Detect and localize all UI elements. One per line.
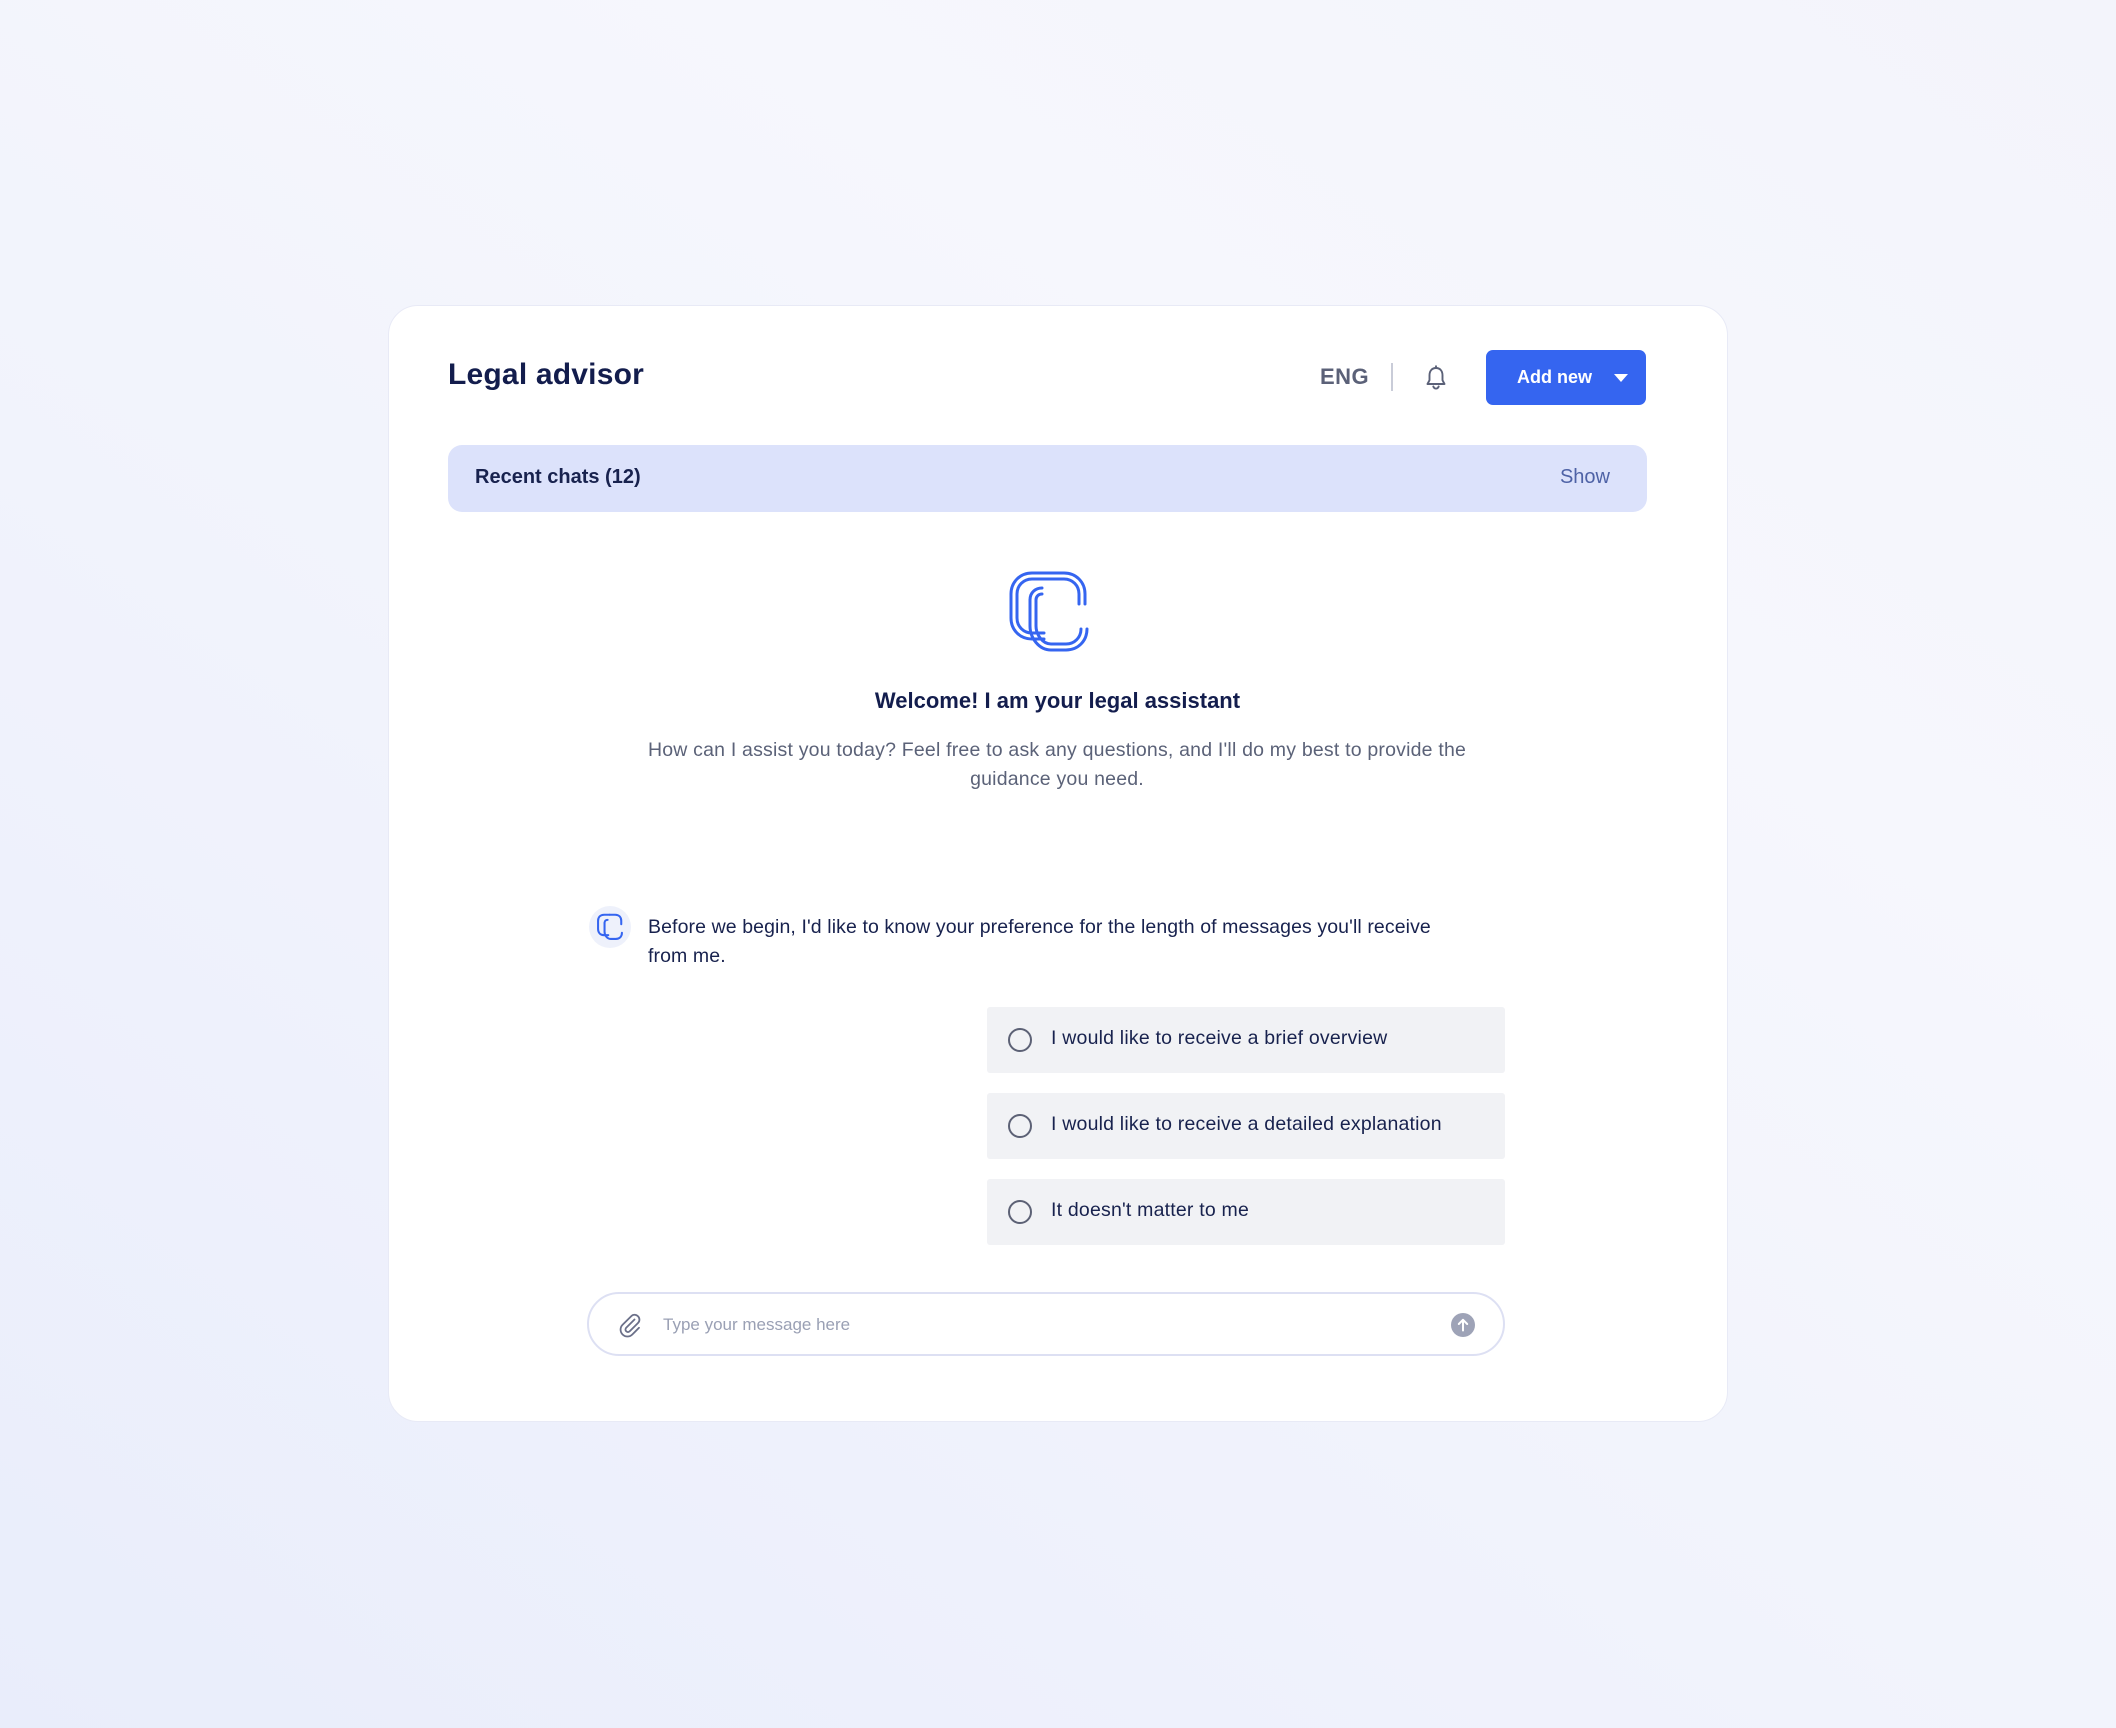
assistant-card: Legal advisor ENG Add new Recent chats (…: [388, 305, 1728, 1422]
c-logo-icon: [597, 913, 623, 940]
welcome-heading: Welcome! I am your legal assistant: [874, 688, 1241, 713]
option-label: I would like to receive a detailed expla…: [1051, 1113, 1442, 1135]
show-recent-chats-link[interactable]: Show: [1560, 466, 1610, 489]
send-button[interactable]: [1451, 1313, 1475, 1337]
language-selector[interactable]: ENG: [1320, 364, 1369, 390]
c-logo-icon: [1009, 571, 1089, 652]
header-divider: [1391, 363, 1393, 391]
message-composer: [587, 1292, 1505, 1356]
notifications-button[interactable]: [1420, 362, 1452, 394]
add-new-label: Add new: [1517, 367, 1592, 387]
option-detailed-explanation[interactable]: I would like to receive a detailed expla…: [987, 1093, 1505, 1159]
paperclip-icon[interactable]: [617, 1312, 643, 1338]
option-label: I would like to receive a brief overview: [1051, 1027, 1388, 1049]
radio-circle-icon[interactable]: [1008, 1114, 1032, 1138]
bot-avatar: [589, 906, 631, 948]
option-brief-overview[interactable]: I would like to receive a brief overview: [987, 1007, 1505, 1073]
arrow-up-circle-icon: [1457, 1318, 1469, 1332]
bell-icon: [1426, 365, 1446, 390]
welcome-subtitle: How can I assist you today? Feel free to…: [647, 739, 1467, 790]
app-title: Legal advisor: [448, 358, 645, 391]
message-input[interactable]: [661, 1308, 1425, 1342]
add-new-button[interactable]: Add new: [1486, 350, 1646, 405]
radio-circle-icon[interactable]: [1008, 1200, 1032, 1224]
option-label: It doesn't matter to me: [1051, 1199, 1249, 1221]
recent-chats-label: Recent chats (12): [475, 466, 641, 488]
bot-message: Before we begin, I'd like to know your p…: [648, 916, 1431, 967]
option-doesnt-matter[interactable]: It doesn't matter to me: [987, 1179, 1505, 1245]
radio-circle-icon[interactable]: [1008, 1028, 1032, 1052]
caret-down-icon[interactable]: [1614, 374, 1628, 382]
recent-chats-bar[interactable]: Recent chats (12) Show: [448, 445, 1647, 512]
